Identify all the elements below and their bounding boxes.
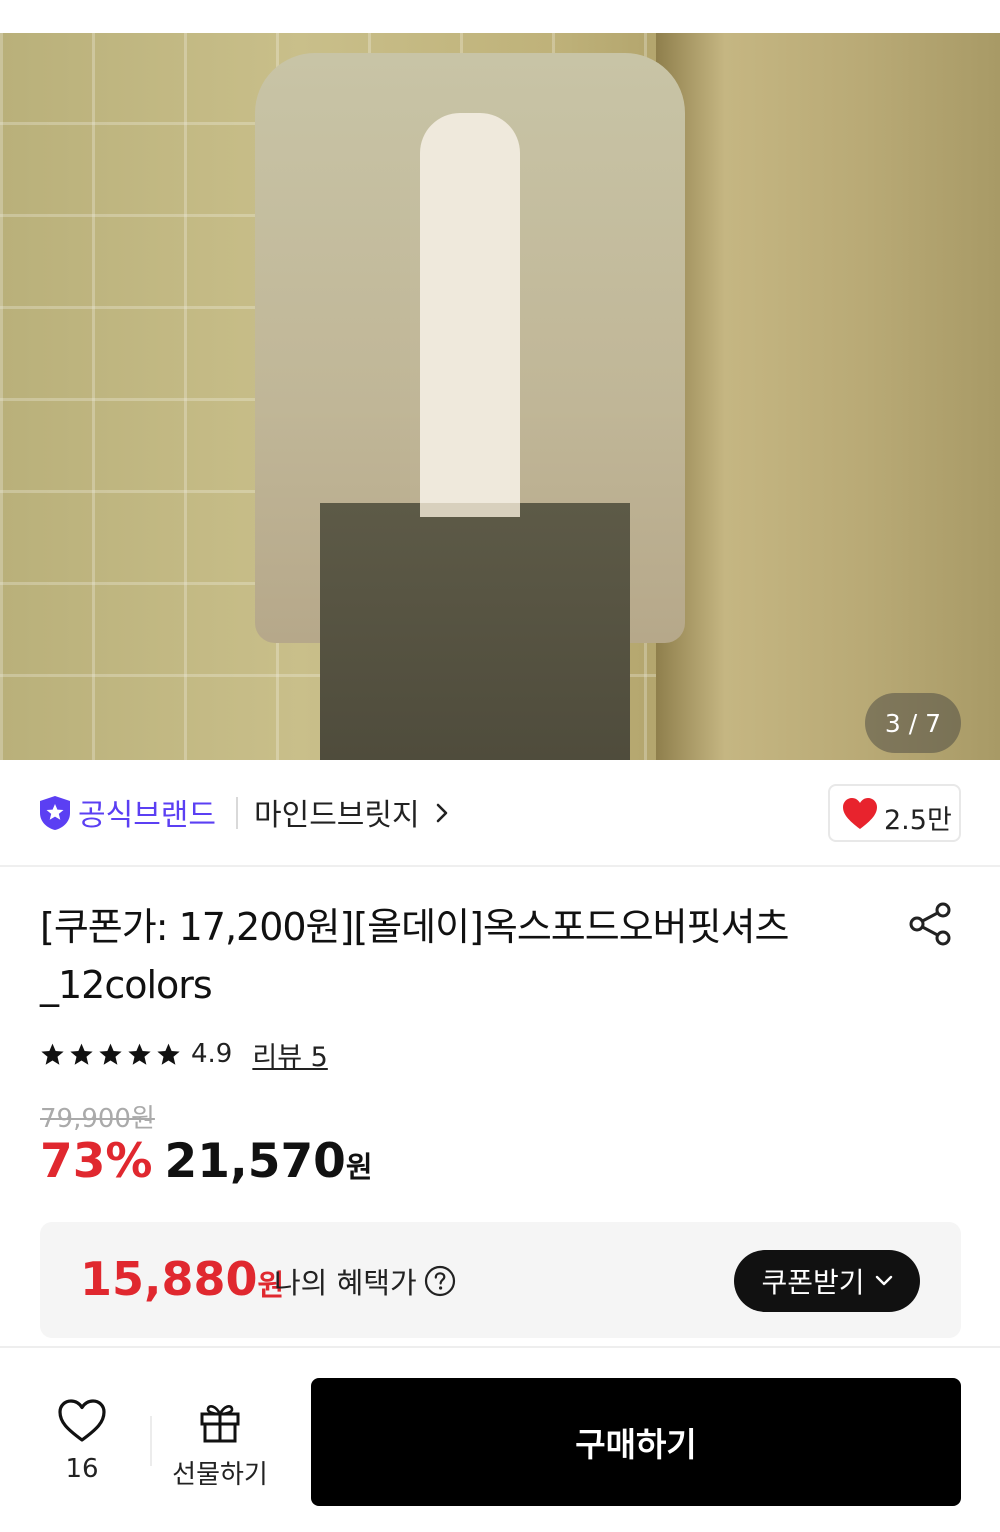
star-icon xyxy=(128,1043,151,1065)
bottom-bar-divider xyxy=(150,1416,152,1466)
share-icon[interactable] xyxy=(906,900,954,948)
rating-value: 4.9 xyxy=(191,1039,233,1069)
benefit-price: 15,880 원 xyxy=(80,1252,284,1306)
chevron-right-icon[interactable] xyxy=(434,800,450,826)
product-image-gallery[interactable]: 3 / 7 xyxy=(0,33,1000,760)
review-link[interactable]: 리뷰 5 xyxy=(252,1035,327,1074)
gift-icon xyxy=(200,1404,240,1443)
rating-stars xyxy=(40,1042,181,1067)
star-icon xyxy=(70,1043,93,1065)
wish-button[interactable]: 16 xyxy=(52,1398,112,1484)
star-icon xyxy=(99,1043,122,1065)
product-photo-tee xyxy=(420,113,520,513)
benefit-amount: 15,880 xyxy=(80,1252,258,1306)
status-bar-area xyxy=(0,0,1000,33)
buy-button[interactable]: 구매하기 xyxy=(311,1378,961,1506)
benefit-price-box: 15,880 원 나의 혜택가 쿠폰받기 xyxy=(40,1222,961,1338)
gift-button[interactable]: 선물하기 xyxy=(170,1400,270,1491)
wall-panel-background xyxy=(656,33,1000,760)
rating-row: 4.9 리뷰 5 xyxy=(40,1035,328,1074)
brand-divider xyxy=(236,797,238,829)
sale-price: 21,570 xyxy=(164,1134,346,1189)
product-title: [쿠폰가: 17,200원][올데이]옥스포드오버핏셔츠_12colors xyxy=(40,905,790,1007)
price-row: 73% 21,570 원 xyxy=(40,1134,373,1189)
gallery-page-counter: 3 / 7 xyxy=(865,693,961,753)
original-price: 79,900원 xyxy=(40,1104,155,1134)
product-photo-belt xyxy=(420,503,520,517)
star-icon xyxy=(41,1043,64,1065)
gift-label: 선물하기 xyxy=(172,1460,268,1490)
coupon-button-label: 쿠폰받기 xyxy=(761,1266,865,1299)
brand-like-count: 2.5만 xyxy=(884,805,952,836)
product-photo-pants xyxy=(320,503,630,760)
bottom-action-bar: 16 선물하기 구매하기 xyxy=(0,1346,1000,1532)
wish-count: 16 xyxy=(65,1454,99,1484)
heart-outline-icon xyxy=(58,1399,106,1442)
coupon-button[interactable]: 쿠폰받기 xyxy=(734,1250,920,1312)
discount-rate: 73% xyxy=(40,1134,153,1189)
brand-row: 공식브랜드 마인드브릿지 2.5만 xyxy=(0,760,1000,867)
question-circle-icon[interactable] xyxy=(424,1265,456,1297)
star-icon xyxy=(157,1043,180,1065)
heart-filled-icon xyxy=(843,798,877,829)
brand-name-link[interactable]: 마인드브릿지 xyxy=(254,790,420,834)
sale-price-unit: 원 xyxy=(345,1150,373,1184)
benefit-label: 나의 혜택가 xyxy=(274,1266,417,1300)
brand-like-button[interactable]: 2.5만 xyxy=(828,784,961,842)
official-brand-badge-icon xyxy=(40,796,70,830)
official-brand-label: 공식브랜드 xyxy=(78,798,216,833)
chevron-down-icon xyxy=(875,1275,892,1286)
